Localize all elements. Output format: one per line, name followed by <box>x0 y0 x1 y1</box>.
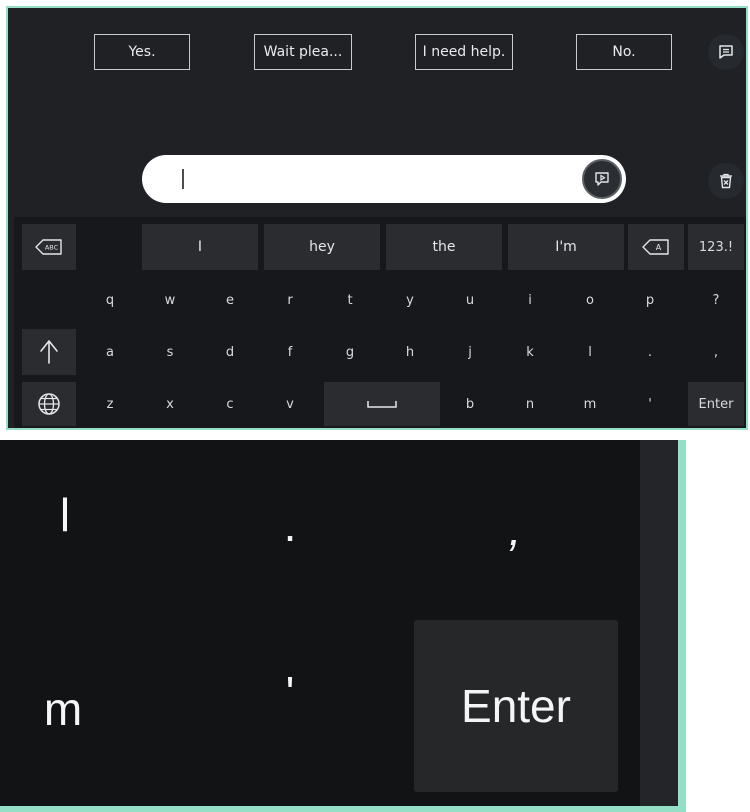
key-c[interactable]: c <box>200 382 260 426</box>
key-question[interactable]: ? <box>688 277 744 323</box>
zoom-key-m[interactable]: m <box>28 674 98 744</box>
key-o[interactable]: o <box>560 277 620 323</box>
key-w[interactable]: w <box>140 277 200 323</box>
keyboard-app: Yes. Wait plea... I need help. No. ABC I… <box>8 8 746 428</box>
suggestion-1[interactable]: I <box>142 224 258 270</box>
zoomed-keyboard: l . , m ' Enter <box>0 440 678 806</box>
key-m[interactable]: m <box>560 382 620 426</box>
play-message-icon <box>595 172 609 186</box>
key-g[interactable]: g <box>320 329 380 375</box>
svg-text:ABC: ABC <box>45 244 59 252</box>
key-p[interactable]: p <box>620 277 680 323</box>
key-apostrophe[interactable]: ' <box>620 382 680 426</box>
key-u[interactable]: u <box>440 277 500 323</box>
phrase-yes[interactable]: Yes. <box>94 34 190 70</box>
key-a[interactable]: a <box>80 329 140 375</box>
key-l[interactable]: l <box>560 329 620 375</box>
key-h[interactable]: h <box>380 329 440 375</box>
key-v[interactable]: v <box>260 382 320 426</box>
key-f[interactable]: f <box>260 329 320 375</box>
phrase-wait[interactable]: Wait plea... <box>254 34 352 70</box>
enter-key[interactable]: Enter <box>688 382 744 426</box>
key-s[interactable]: s <box>140 329 200 375</box>
backspace-icon: A <box>642 239 669 255</box>
zoom-key-l[interactable]: l <box>30 480 100 550</box>
backspace-key[interactable]: A <box>628 224 684 270</box>
space-icon <box>367 401 397 408</box>
key-e[interactable]: e <box>200 277 260 323</box>
chat-button[interactable] <box>708 34 744 70</box>
zoom-enter-key[interactable]: Enter <box>414 620 618 792</box>
suggestion-3[interactable]: the <box>386 224 502 270</box>
key-y[interactable]: y <box>380 277 440 323</box>
shift-key[interactable] <box>22 329 76 375</box>
zoom-key-period[interactable]: . <box>255 490 325 560</box>
key-t[interactable]: t <box>320 277 380 323</box>
key-j[interactable]: j <box>440 329 500 375</box>
chat-icon <box>719 45 733 59</box>
numbers-key[interactable]: 123.! <box>688 224 744 270</box>
keyboard-screen: Yes. Wait plea... I need help. No. ABC I… <box>6 6 748 430</box>
globe-icon <box>38 393 60 415</box>
clear-button[interactable] <box>708 163 744 199</box>
key-n[interactable]: n <box>500 382 560 426</box>
zoom-key-apostrophe[interactable]: ' <box>255 658 325 728</box>
suggestion-4[interactable]: I'm <box>508 224 624 270</box>
key-period[interactable]: . <box>620 329 680 375</box>
zoomed-keyboard-view: l . , m ' Enter <box>0 440 686 812</box>
key-z[interactable]: z <box>80 382 140 426</box>
keyboard: ABC I hey the I'm A 123.! q w e r t y u … <box>14 217 746 428</box>
language-key[interactable] <box>22 382 76 426</box>
abc-backspace-key[interactable]: ABC <box>22 224 76 270</box>
phrase-help[interactable]: I need help. <box>415 34 513 70</box>
shift-arrow-icon <box>40 340 58 364</box>
speak-button[interactable] <box>582 159 622 199</box>
phrase-no[interactable]: No. <box>576 34 672 70</box>
zoom-edge-strip <box>640 440 678 806</box>
suggestion-2[interactable]: hey <box>264 224 380 270</box>
svg-text:A: A <box>656 243 662 252</box>
key-i[interactable]: i <box>500 277 560 323</box>
message-input[interactable] <box>142 155 626 203</box>
key-k[interactable]: k <box>500 329 560 375</box>
key-r[interactable]: r <box>260 277 320 323</box>
abc-backspace-icon: ABC <box>35 239 62 255</box>
key-comma[interactable]: , <box>688 329 744 375</box>
key-d[interactable]: d <box>200 329 260 375</box>
key-q[interactable]: q <box>80 277 140 323</box>
trash-x-icon <box>720 173 732 189</box>
space-key[interactable] <box>324 382 440 426</box>
zoom-key-comma[interactable]: , <box>480 494 550 564</box>
text-caret <box>182 169 184 189</box>
key-x[interactable]: x <box>140 382 200 426</box>
key-b[interactable]: b <box>440 382 500 426</box>
